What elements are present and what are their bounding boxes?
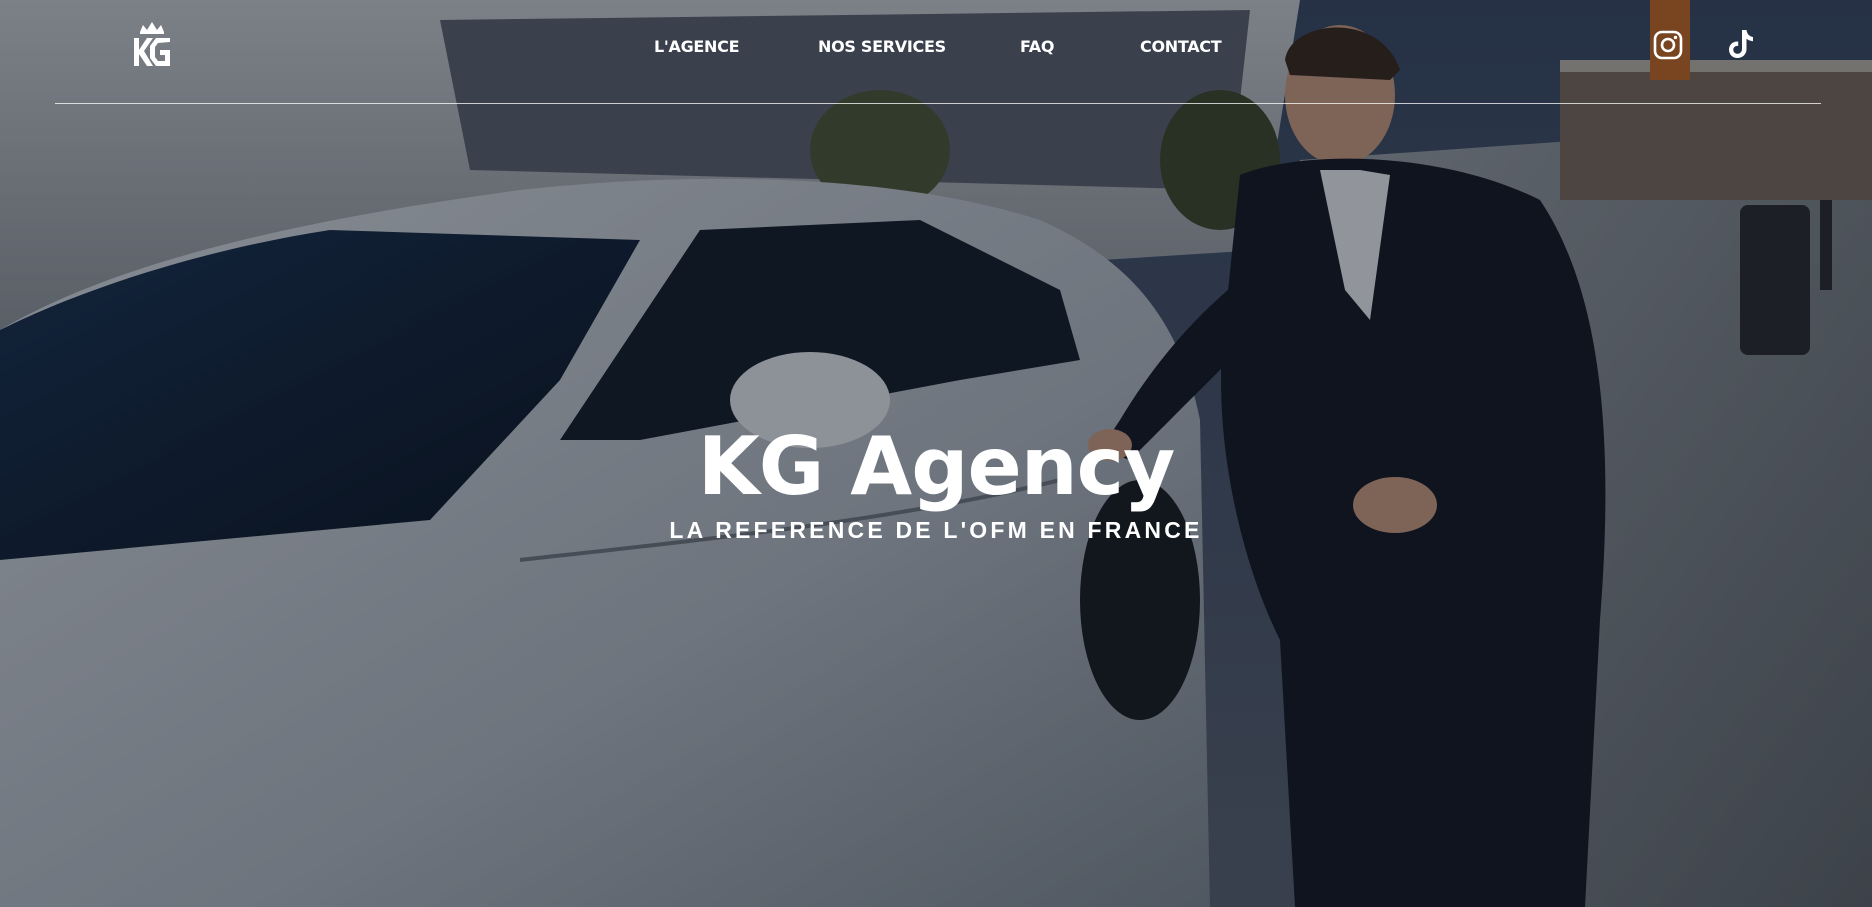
nav-item-services[interactable]: NOS SERVICES — [818, 36, 946, 58]
nav-item-contact[interactable]: CONTACT — [1140, 36, 1222, 58]
header-divider — [55, 103, 1821, 104]
hero-subtitle: LA REFERENCE DE L'OFM EN FRANCE — [669, 517, 1203, 543]
nav-item-faq[interactable]: FAQ — [1020, 36, 1054, 58]
instagram-icon[interactable] — [1653, 30, 1683, 60]
nav-item-agence[interactable]: L'AGENCE — [654, 36, 740, 58]
kg-crown-logo-icon[interactable] — [132, 20, 172, 70]
tiktok-icon[interactable] — [1727, 28, 1755, 60]
hero-title: KG Agency — [697, 420, 1175, 513]
hero-section: L'AGENCE NOS SERVICES FAQ CONTACT KG Age… — [0, 0, 1872, 907]
